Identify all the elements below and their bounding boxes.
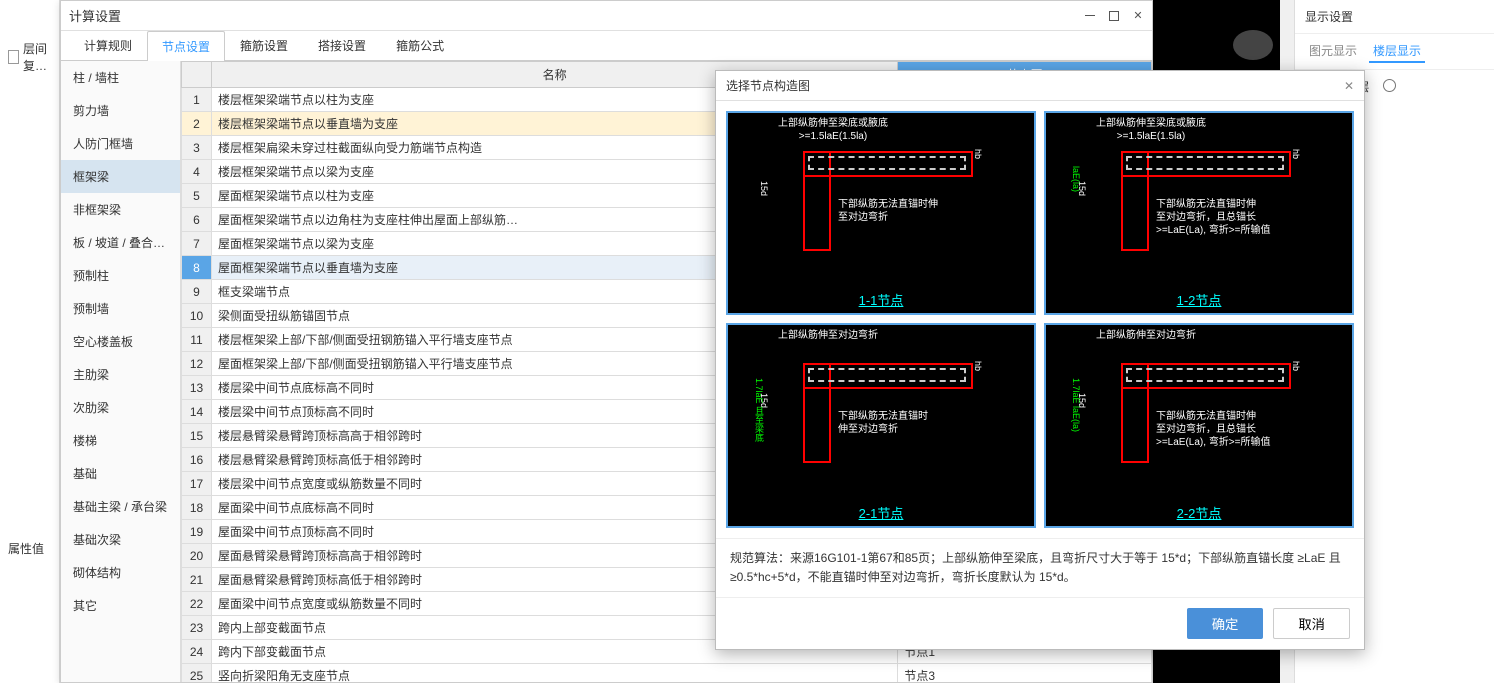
copy-icon bbox=[8, 50, 19, 64]
sidebar-item-3[interactable]: 框架梁 bbox=[61, 160, 180, 193]
sidebar-item-13[interactable]: 基础主梁 / 承台梁 bbox=[61, 490, 180, 523]
diagram-popup: 选择节点构造图 上部纵筋伸至梁底或腋底>=1.5laE(1.5la)hb15d下… bbox=[715, 70, 1365, 650]
tab-4[interactable]: 箍筋公式 bbox=[381, 30, 459, 60]
tab-2[interactable]: 箍筋设置 bbox=[225, 30, 303, 60]
sidebar-item-10[interactable]: 次肋梁 bbox=[61, 391, 180, 424]
tab-0[interactable]: 计算规则 bbox=[69, 30, 147, 60]
ok-button[interactable]: 确定 bbox=[1187, 608, 1264, 639]
close-button[interactable] bbox=[1132, 10, 1144, 22]
bg-toolbar-label: 层间复… bbox=[23, 40, 59, 74]
diagram-option-3[interactable]: 上部纵筋伸至对边弯折hb15d1.7laE laE(la)下部纵筋无法直锚时伸至… bbox=[1044, 323, 1354, 527]
sidebar-item-4[interactable]: 非框架梁 bbox=[61, 193, 180, 226]
col-num[interactable] bbox=[182, 62, 212, 88]
sidebar-item-16[interactable]: 其它 bbox=[61, 589, 180, 622]
sidebar-item-7[interactable]: 预制墙 bbox=[61, 292, 180, 325]
sidebar-item-1[interactable]: 剪力墙 bbox=[61, 94, 180, 127]
attribute-label: 属性值 bbox=[8, 540, 44, 557]
sidebar-item-11[interactable]: 楼梯 bbox=[61, 424, 180, 457]
minimize-button[interactable] bbox=[1084, 10, 1096, 22]
sidebar-item-0[interactable]: 柱 / 墙柱 bbox=[61, 61, 180, 94]
table-row[interactable]: 25竖向折梁阳角无支座节点节点3 bbox=[182, 664, 1152, 683]
radio-other[interactable] bbox=[1383, 79, 1396, 95]
title-bar: 计算设置 bbox=[61, 1, 1152, 31]
sidebar-item-5[interactable]: 板 / 坡道 / 叠合… bbox=[61, 226, 180, 259]
popup-title: 选择节点构造图 bbox=[726, 77, 810, 94]
sidebar-item-12[interactable]: 基础 bbox=[61, 457, 180, 490]
sidebar-item-15[interactable]: 砌体结构 bbox=[61, 556, 180, 589]
right-tab-0[interactable]: 图元显示 bbox=[1305, 40, 1361, 63]
right-header: 显示设置 bbox=[1295, 0, 1494, 34]
right-tab-1[interactable]: 楼层显示 bbox=[1369, 40, 1425, 63]
diagram-option-2[interactable]: 上部纵筋伸至对边弯折hb15d1.7laE 且至梁底下部纵筋无法直锚时伸至对边弯… bbox=[726, 323, 1036, 527]
sidebar-item-2[interactable]: 人防门框墙 bbox=[61, 127, 180, 160]
sidebar-item-9[interactable]: 主肋梁 bbox=[61, 358, 180, 391]
sidebar-item-14[interactable]: 基础次梁 bbox=[61, 523, 180, 556]
maximize-button[interactable] bbox=[1108, 10, 1120, 22]
popup-description: 规范算法：来源16G101-1第67和85页；上部纵筋伸至梁底，且弯折尺寸大于等… bbox=[716, 538, 1364, 597]
tab-3[interactable]: 搭接设置 bbox=[303, 30, 381, 60]
popup-close-icon[interactable] bbox=[1344, 79, 1354, 93]
diagram-option-1[interactable]: 上部纵筋伸至梁底或腋底>=1.5laE(1.5la)hb15dlaE(la)下部… bbox=[1044, 111, 1354, 315]
diagram-option-0[interactable]: 上部纵筋伸至梁底或腋底>=1.5laE(1.5la)hb15d下部纵筋无法直锚时… bbox=[726, 111, 1036, 315]
sidebar-item-8[interactable]: 空心楼盖板 bbox=[61, 325, 180, 358]
sidebar-item-6[interactable]: 预制柱 bbox=[61, 259, 180, 292]
tab-1[interactable]: 节点设置 bbox=[147, 31, 225, 61]
cancel-button[interactable]: 取消 bbox=[1273, 608, 1350, 639]
window-title: 计算设置 bbox=[69, 6, 121, 25]
